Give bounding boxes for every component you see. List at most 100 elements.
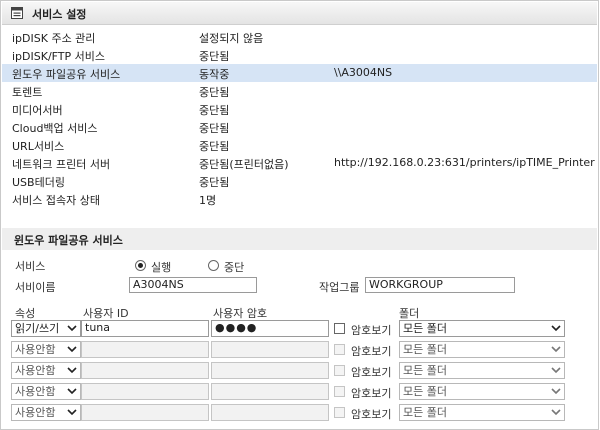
service-name: 미디어서버 <box>12 104 63 117</box>
account-attr-select[interactable]: 사용안함 <box>11 341 81 358</box>
show-password-checkbox[interactable] <box>334 344 345 355</box>
service-name: 토렌트 <box>12 86 43 99</box>
service-name: URL서비스 <box>12 140 65 153</box>
account-attr-select[interactable]: 읽기/쓰기 <box>11 320 81 337</box>
account-folder-select[interactable]: 모든 폴더 <box>399 404 565 421</box>
account-attr-select[interactable]: 사용안함 <box>11 383 81 400</box>
chevron-down-icon <box>551 346 561 353</box>
service-name: USB테더링 <box>12 176 65 189</box>
service-name: ipDISK/FTP 서비스 <box>12 50 105 63</box>
workgroup-input[interactable]: WORKGROUP <box>365 277 515 293</box>
account-folder-value: 모든 폴더 <box>403 343 447 356</box>
service-status-row: 네트워크 프린터 서버 중단됨(프린터없음) http://192.168.0.23… <box>2 154 597 172</box>
service-name: 네트워크 프린터 서버 <box>12 158 111 171</box>
account-user-id-input[interactable] <box>81 341 209 358</box>
service-name: ipDISK 주소 관리 <box>12 32 96 45</box>
account-folder-value: 모든 폴더 <box>403 385 447 398</box>
show-password-checkbox[interactable] <box>334 323 345 334</box>
server-name-label: 서비이름 <box>15 281 56 294</box>
account-attr-value: 사용안함 <box>15 385 56 398</box>
service-status: 1명 <box>199 194 217 207</box>
account-folder-value: 모든 폴더 <box>403 364 447 377</box>
service-label: 서비스 <box>15 260 46 273</box>
show-password-label: 암호보기 <box>351 408 392 421</box>
account-folder-value: 모든 폴더 <box>403 406 447 419</box>
account-attr-value: 사용안함 <box>15 406 56 419</box>
account-attr-select[interactable]: 사용안함 <box>11 404 81 421</box>
account-folder-select[interactable]: 모든 폴더 <box>399 341 565 358</box>
account-user-id-input[interactable] <box>81 383 209 400</box>
show-password-label: 암호보기 <box>351 366 392 379</box>
account-folder-value: 모든 폴더 <box>403 322 447 335</box>
account-folder-select[interactable]: 모든 폴더 <box>399 362 565 379</box>
service-status-row: 미디어서버 중단됨 <box>2 100 597 118</box>
workgroup-label: 작업그룹 <box>319 281 360 294</box>
service-extra: http://192.168.0.23:631/printers/ipTIME_… <box>334 156 595 169</box>
service-status-row: 토렌트 중단됨 <box>2 82 597 100</box>
show-password-label: 암호보기 <box>351 387 392 400</box>
radio-stop-label: 중단 <box>224 261 245 274</box>
account-password-input[interactable] <box>211 404 329 421</box>
radio-stop[interactable] <box>208 260 219 271</box>
service-status-row: 서비스 접속자 상태 1명 <box>2 190 597 208</box>
service-status: 중단됨 <box>199 86 230 99</box>
account-password-input[interactable] <box>211 362 329 379</box>
service-name: Cloud백업 서비스 <box>12 122 98 135</box>
account-attr-value: 사용안함 <box>15 343 56 356</box>
service-status: 중단됨 <box>199 122 230 135</box>
chevron-down-icon <box>67 388 77 395</box>
account-password-input[interactable]: ●●●● <box>211 320 329 337</box>
account-attr-select[interactable]: 사용안함 <box>11 362 81 379</box>
share-section-header: 윈도우 파일공유 서비스 <box>2 228 597 250</box>
service-status-row: ipDISK 주소 관리 설정되지 않음 <box>2 28 597 46</box>
chevron-down-icon <box>551 367 561 374</box>
show-password-checkbox[interactable] <box>334 407 345 418</box>
service-status: 중단됨(프린터없음) <box>199 158 289 171</box>
chevron-down-icon <box>67 325 77 332</box>
account-user-id-input[interactable]: tuna <box>81 320 209 337</box>
show-password-label: 암호보기 <box>351 345 392 358</box>
service-status-row: URL서비스 중단됨 <box>2 136 597 154</box>
service-status: 동작중 <box>199 68 230 81</box>
account-user-id-input[interactable] <box>81 362 209 379</box>
service-name: 서비스 접속자 상태 <box>12 194 100 207</box>
account-attr-value: 사용안함 <box>15 364 56 377</box>
radio-run[interactable] <box>135 260 146 271</box>
service-extra: \\A3004NS <box>334 66 393 79</box>
service-status: 설정되지 않음 <box>199 32 264 45</box>
service-status-row: ipDISK/FTP 서비스 중단됨 <box>2 46 597 64</box>
service-name: 윈도우 파일공유 서비스 <box>12 68 121 81</box>
panel-title: 서비스 설정 <box>32 8 87 21</box>
col-password-header: 사용자 암호 <box>213 307 268 320</box>
account-password-input[interactable] <box>211 383 329 400</box>
panel-header: 서비스 설정 <box>2 2 597 25</box>
service-status-row: 윈도우 파일공유 서비스 동작중 \\A3004NS <box>2 64 597 82</box>
show-password-checkbox[interactable] <box>334 386 345 397</box>
service-status-row: USB테더링 중단됨 <box>2 172 597 190</box>
account-folder-select[interactable]: 모든 폴더 <box>399 383 565 400</box>
show-password-label: 암호보기 <box>351 324 392 337</box>
col-user-id-header: 사용자 ID <box>83 307 129 320</box>
col-folder-header: 폴더 <box>399 307 420 320</box>
account-attr-value: 읽기/쓰기 <box>15 322 60 335</box>
chevron-down-icon <box>67 346 77 353</box>
share-section-title: 윈도우 파일공유 서비스 <box>14 234 123 247</box>
server-name-input[interactable]: A3004NS <box>129 277 257 293</box>
chevron-down-icon <box>551 325 561 332</box>
service-status-row: Cloud백업 서비스 중단됨 <box>2 118 597 136</box>
account-folder-select[interactable]: 모든 폴더 <box>399 320 565 337</box>
service-status: 중단됨 <box>199 50 230 63</box>
radio-run-label: 실행 <box>151 261 172 274</box>
account-password-input[interactable] <box>211 341 329 358</box>
window-list-icon <box>11 7 23 19</box>
col-attr-header: 속성 <box>15 307 36 320</box>
account-user-id-input[interactable] <box>81 404 209 421</box>
service-status: 중단됨 <box>199 104 230 117</box>
service-status: 중단됨 <box>199 176 230 189</box>
service-settings-panel: 서비스 설정 ipDISK 주소 관리 설정되지 않음 ipDISK/FTP 서비스… <box>0 0 599 430</box>
chevron-down-icon <box>551 388 561 395</box>
chevron-down-icon <box>551 409 561 416</box>
show-password-checkbox[interactable] <box>334 365 345 376</box>
service-status: 중단됨 <box>199 140 230 153</box>
chevron-down-icon <box>67 367 77 374</box>
